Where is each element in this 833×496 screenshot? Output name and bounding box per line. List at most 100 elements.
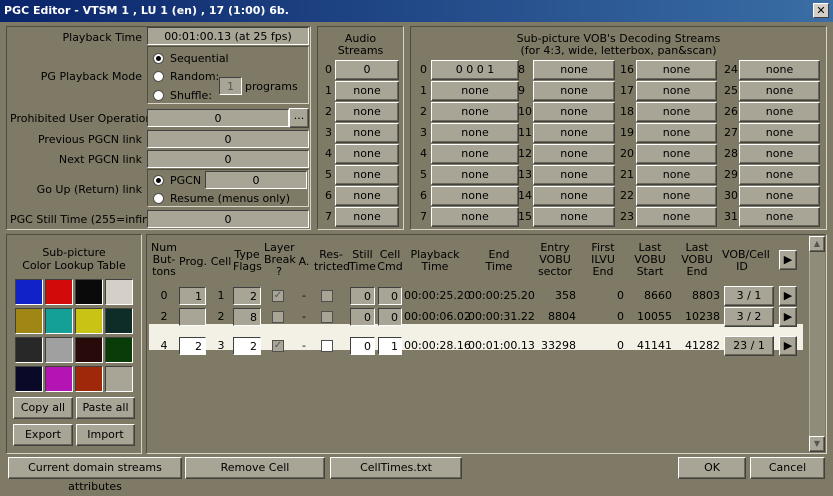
- subpicture-stream-button[interactable]: none: [431, 81, 519, 101]
- current-domain-streams-button[interactable]: Current domain streams attributes: [8, 457, 182, 493]
- next-pgcn-field[interactable]: 0: [147, 150, 309, 168]
- row-arrow-button[interactable]: ▶: [779, 286, 797, 306]
- subpicture-stream-button[interactable]: none: [739, 123, 820, 143]
- color-swatch[interactable]: [75, 308, 103, 334]
- close-button[interactable]: ✕: [813, 3, 829, 18]
- ok-button[interactable]: OK: [678, 457, 746, 479]
- row-still-time-field[interactable]: 0: [350, 308, 375, 326]
- color-swatch[interactable]: [15, 308, 43, 334]
- subpicture-stream-button[interactable]: none: [533, 123, 615, 143]
- subpicture-stream-button[interactable]: none: [533, 207, 615, 227]
- row-still-time-field[interactable]: 0: [350, 287, 375, 305]
- paste-all-button[interactable]: Paste all: [76, 397, 135, 419]
- subpicture-stream-button[interactable]: none: [431, 165, 519, 185]
- row-prog-field[interactable]: [179, 308, 206, 326]
- audio-stream-button[interactable]: none: [335, 186, 399, 206]
- subpicture-stream-button[interactable]: none: [636, 123, 717, 143]
- pgcn-field[interactable]: 0: [205, 171, 307, 189]
- row-still-time-field[interactable]: 0: [350, 337, 375, 355]
- color-swatch[interactable]: [105, 279, 133, 305]
- audio-stream-button[interactable]: none: [335, 102, 399, 122]
- layer-break-checkbox[interactable]: [272, 311, 284, 323]
- row-type-flags-field[interactable]: 8: [233, 308, 261, 326]
- row-vob-cell-id-button[interactable]: 23 / 1: [724, 336, 774, 356]
- import-button[interactable]: Import: [76, 424, 135, 446]
- color-swatch[interactable]: [45, 337, 73, 363]
- resume-radio[interactable]: [153, 193, 164, 204]
- color-swatch[interactable]: [105, 366, 133, 392]
- restricted-checkbox[interactable]: [321, 340, 333, 352]
- row-cell-cmd-field[interactable]: 0: [378, 308, 402, 326]
- table-scrollbar[interactable]: [809, 236, 825, 452]
- scroll-down-button[interactable]: ▼: [809, 436, 825, 452]
- random-radio[interactable]: [153, 71, 164, 82]
- subpicture-stream-button[interactable]: none: [739, 102, 820, 122]
- subpicture-stream-button[interactable]: none: [533, 102, 615, 122]
- row-vob-cell-id-button[interactable]: 3 / 1: [724, 286, 774, 306]
- sequential-radio[interactable]: [153, 53, 164, 64]
- subpicture-stream-button[interactable]: none: [431, 144, 519, 164]
- subpicture-stream-button[interactable]: none: [533, 81, 615, 101]
- subpicture-stream-button[interactable]: none: [533, 144, 615, 164]
- row-arrow-button[interactable]: ▶: [779, 336, 797, 356]
- color-swatch[interactable]: [75, 279, 103, 305]
- shuffle-radio[interactable]: [153, 90, 164, 101]
- previous-pgcn-field[interactable]: 0: [147, 130, 309, 148]
- subpicture-stream-button[interactable]: none: [533, 60, 615, 80]
- pgcn-radio[interactable]: [153, 175, 164, 186]
- subpicture-stream-button[interactable]: none: [739, 144, 820, 164]
- row-prog-field[interactable]: 1: [179, 287, 206, 305]
- subpicture-stream-button[interactable]: none: [739, 165, 820, 185]
- audio-stream-button[interactable]: none: [335, 207, 399, 227]
- subpicture-stream-button[interactable]: none: [533, 186, 615, 206]
- subpicture-stream-button[interactable]: none: [739, 60, 820, 80]
- row-type-flags-field[interactable]: 2: [233, 337, 261, 355]
- audio-stream-button[interactable]: none: [335, 165, 399, 185]
- row-type-flags-field[interactable]: 2: [233, 287, 261, 305]
- color-swatch[interactable]: [75, 337, 103, 363]
- scroll-up-button[interactable]: ▲: [809, 236, 825, 252]
- subpicture-stream-button[interactable]: none: [739, 207, 820, 227]
- subpicture-stream-button[interactable]: none: [739, 81, 820, 101]
- copy-all-button[interactable]: Copy all: [13, 397, 73, 419]
- color-swatch[interactable]: [45, 366, 73, 392]
- subpicture-stream-button[interactable]: none: [636, 144, 717, 164]
- layer-break-checkbox[interactable]: ✓: [272, 340, 284, 352]
- audio-stream-button[interactable]: none: [335, 144, 399, 164]
- color-swatch[interactable]: [15, 366, 43, 392]
- row-prog-field[interactable]: 2: [179, 337, 206, 355]
- subpicture-stream-button[interactable]: none: [431, 186, 519, 206]
- pgc-still-time-field[interactable]: 0: [147, 210, 309, 228]
- subpicture-stream-button[interactable]: none: [431, 102, 519, 122]
- subpicture-stream-button[interactable]: none: [636, 81, 717, 101]
- color-swatch[interactable]: [15, 279, 43, 305]
- audio-stream-button[interactable]: none: [335, 123, 399, 143]
- celltimes-button[interactable]: CellTimes.txt: [330, 457, 462, 479]
- subpicture-stream-button[interactable]: none: [431, 123, 519, 143]
- cancel-button[interactable]: Cancel: [750, 457, 825, 479]
- subpicture-stream-button[interactable]: none: [636, 102, 717, 122]
- prohibited-ops-field[interactable]: 0: [147, 109, 289, 127]
- audio-stream-button[interactable]: 0: [335, 60, 399, 80]
- color-swatch[interactable]: [75, 366, 103, 392]
- row-cell-cmd-field[interactable]: 1: [378, 337, 402, 355]
- remove-cell-button[interactable]: Remove Cell: [185, 457, 325, 479]
- color-swatch[interactable]: [15, 337, 43, 363]
- subpicture-stream-button[interactable]: none: [636, 207, 717, 227]
- header-arrow-button[interactable]: ▶: [779, 250, 797, 270]
- subpicture-stream-button[interactable]: none: [636, 60, 717, 80]
- row-arrow-button[interactable]: ▶: [779, 307, 797, 327]
- subpicture-stream-button[interactable]: none: [636, 186, 717, 206]
- row-cell-cmd-field[interactable]: 0: [378, 287, 402, 305]
- row-vob-cell-id-button[interactable]: 3 / 2: [724, 307, 774, 327]
- color-swatch[interactable]: [45, 279, 73, 305]
- audio-stream-button[interactable]: none: [335, 81, 399, 101]
- color-swatch[interactable]: [45, 308, 73, 334]
- prohibited-ops-browse-button[interactable]: ...: [289, 108, 309, 128]
- subpicture-stream-button[interactable]: 0 0 0 1: [431, 60, 519, 80]
- subpicture-stream-button[interactable]: none: [739, 186, 820, 206]
- restricted-checkbox[interactable]: [321, 290, 333, 302]
- subpicture-stream-button[interactable]: none: [636, 165, 717, 185]
- color-swatch[interactable]: [105, 308, 133, 334]
- color-swatch[interactable]: [105, 337, 133, 363]
